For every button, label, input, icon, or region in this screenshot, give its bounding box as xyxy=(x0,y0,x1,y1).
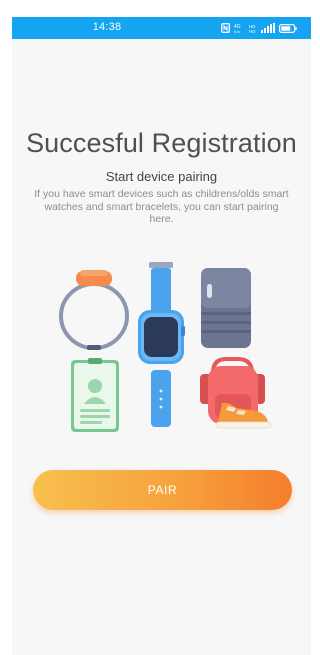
id-card-icon xyxy=(71,358,119,432)
nfc-icon xyxy=(221,23,230,33)
page-title: Succesful Registration xyxy=(26,128,297,158)
devices-illustration xyxy=(59,262,272,432)
page-subtitle: Start device pairing xyxy=(105,169,218,184)
status-bar: 14:38 4G K/s HD HD xyxy=(12,17,311,39)
signal-icon xyxy=(261,23,275,33)
tracker-device-icon xyxy=(201,268,251,348)
status-time: 14:38 xyxy=(92,21,122,33)
status-icons: 4G K/s HD HD xyxy=(221,20,297,36)
pairing-description: If you have smart devices such as childr… xyxy=(34,188,289,225)
hd-volte-icon: HD HD xyxy=(249,24,256,33)
fitness-band-icon xyxy=(59,270,129,350)
pair-button[interactable]: PAIR xyxy=(33,470,292,510)
smart-watch-icon xyxy=(138,262,185,427)
svg-text:HD: HD xyxy=(249,29,256,33)
app-screen: 14:38 4G K/s HD HD Succesful Registratio… xyxy=(12,17,311,655)
network-speed-icon: 4G K/s xyxy=(234,24,241,33)
battery-icon xyxy=(279,23,297,33)
svg-text:K/s: K/s xyxy=(234,29,240,33)
